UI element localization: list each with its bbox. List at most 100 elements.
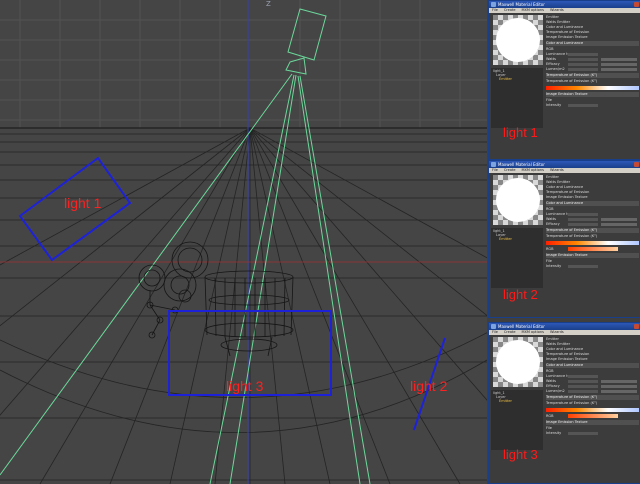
watts-value: Emitter	[557, 180, 571, 184]
close-icon[interactable]	[634, 324, 639, 329]
dropdown[interactable]	[568, 375, 598, 378]
light-3-label: light 3	[226, 378, 264, 394]
spinner[interactable]	[568, 380, 598, 383]
color-swatch[interactable]	[568, 414, 618, 418]
color-swatch[interactable]	[568, 247, 618, 251]
scene-wireframe	[0, 0, 487, 484]
window-title: Maxwell Material Editor	[498, 2, 545, 7]
temperature-section[interactable]: Temperature of Emission (K°)	[546, 395, 639, 400]
temperature-section[interactable]: Temperature of Emission (K°)	[546, 73, 639, 78]
rgb-swatch-row: RGB	[546, 414, 639, 419]
menu-mxm-options[interactable]: MXM options	[522, 168, 544, 172]
menu-file[interactable]: File	[492, 168, 498, 172]
panel-light-label: light 3	[503, 447, 538, 462]
watts-label: Watts	[546, 342, 556, 346]
menu-create[interactable]: Create	[504, 168, 516, 172]
spinner[interactable]	[568, 265, 598, 268]
material-editor-window-3[interactable]: Maxwell Material Editor File Create MXM op…	[488, 322, 640, 484]
rgb-label: RGB	[546, 414, 554, 418]
window-titlebar[interactable]: Maxwell Material Editor	[489, 161, 640, 168]
color-section[interactable]: Color and Luminance	[546, 201, 639, 206]
menu-mxm-options[interactable]: MXM options	[522, 8, 544, 12]
field-lumen: Lumen/m2	[546, 389, 639, 394]
color-section[interactable]: Color and Luminance	[546, 41, 639, 46]
mode-image-texture[interactable]: Image Emission Texture	[546, 357, 639, 362]
tree-emitter[interactable]: Emitter	[493, 77, 541, 81]
dropdown[interactable]	[568, 213, 598, 216]
rgb-swatch-row: RGB	[546, 247, 639, 252]
temperature-gradient[interactable]	[546, 241, 639, 245]
image-section[interactable]: Image Emission Texture	[546, 253, 639, 258]
field-label: Watts	[546, 379, 556, 383]
panel-light-label: light 2	[503, 287, 538, 302]
menu-create[interactable]: Create	[504, 8, 516, 12]
tree-emitter[interactable]: Emitter	[493, 399, 541, 403]
spinner[interactable]	[568, 68, 598, 71]
rgb-label: RGB	[546, 369, 554, 373]
temperature-gradient[interactable]	[546, 86, 639, 90]
field-label: Lumen/m2	[546, 67, 565, 71]
window-titlebar[interactable]: Maxwell Material Editor	[489, 323, 640, 330]
spinner[interactable]	[568, 63, 598, 66]
mode-image-texture[interactable]: Image Emission Texture	[546, 35, 639, 40]
temperature-gradient[interactable]	[546, 408, 639, 412]
menu-wizards[interactable]: Wizards	[550, 168, 564, 172]
watts-value: Emitter	[557, 20, 571, 24]
window-title: Maxwell Material Editor	[498, 324, 545, 329]
panel-light-label: light 1	[503, 125, 538, 140]
field-label: Watts	[546, 57, 556, 61]
layer-tree[interactable]: light_1 Layer Emitter	[491, 390, 543, 450]
menu-create[interactable]: Create	[504, 330, 516, 334]
slider[interactable]	[601, 380, 637, 383]
3d-viewport[interactable]: Z light 1 light 3 light 2	[0, 0, 487, 484]
field-label: Lumen/m2	[546, 389, 565, 393]
temperature-section[interactable]: Temperature of Emission (K°)	[546, 228, 639, 233]
layer-tree[interactable]: light_1 Layer Emitter	[491, 228, 543, 288]
menu-wizards[interactable]: Wizards	[550, 330, 564, 334]
intensity-row: Intensity	[546, 431, 639, 436]
dropdown[interactable]	[568, 53, 598, 56]
field-label: Efficacy	[546, 62, 560, 66]
spinner[interactable]	[568, 223, 598, 226]
image-section[interactable]: Image Emission Texture	[546, 92, 639, 97]
color-section[interactable]: Color and Luminance	[546, 363, 639, 368]
menu-mxm-options[interactable]: MXM options	[522, 330, 544, 334]
intensity-label: Intensity	[546, 431, 562, 435]
spinner[interactable]	[568, 104, 598, 107]
intensity-label: Intensity	[546, 103, 562, 107]
spinner[interactable]	[568, 58, 598, 61]
menu-wizards[interactable]: Wizards	[550, 8, 564, 12]
z-axis-label: Z	[266, 0, 271, 8]
window-title: Maxwell Material Editor	[498, 162, 545, 167]
material-preview	[493, 15, 543, 65]
watts-label: Watts	[546, 180, 556, 184]
close-icon[interactable]	[634, 2, 639, 7]
slider[interactable]	[601, 63, 637, 66]
preview-sphere	[496, 18, 540, 62]
slider[interactable]	[601, 390, 637, 393]
material-editor-window-1[interactable]: Maxwell Material Editor File Create MXM op…	[488, 0, 640, 160]
close-icon[interactable]	[634, 162, 639, 167]
light-2-label: light 2	[410, 378, 448, 394]
rgb-label: RGB	[546, 247, 554, 251]
material-editor-window-2[interactable]: Maxwell Material Editor File Create MXM op…	[488, 160, 640, 318]
slider[interactable]	[601, 223, 637, 226]
rgb-label: RGB	[546, 207, 554, 211]
field-label: Efficacy	[546, 384, 560, 388]
slider[interactable]	[601, 218, 637, 221]
slider[interactable]	[601, 385, 637, 388]
slider[interactable]	[601, 58, 637, 61]
spinner[interactable]	[568, 432, 598, 435]
mode-image-texture[interactable]: Image Emission Texture	[546, 195, 639, 200]
spinner[interactable]	[568, 218, 598, 221]
slider[interactable]	[601, 68, 637, 71]
image-section[interactable]: Image Emission Texture	[546, 420, 639, 425]
tree-emitter[interactable]: Emitter	[493, 237, 541, 241]
spinner[interactable]	[568, 390, 598, 393]
spinner[interactable]	[568, 385, 598, 388]
window-titlebar[interactable]: Maxwell Material Editor	[489, 1, 640, 8]
layer-tree[interactable]: light_1 Layer Emitter	[491, 68, 543, 128]
menu-file[interactable]: File	[492, 8, 498, 12]
menu-file[interactable]: File	[492, 330, 498, 334]
light-1-label: light 1	[64, 195, 102, 211]
